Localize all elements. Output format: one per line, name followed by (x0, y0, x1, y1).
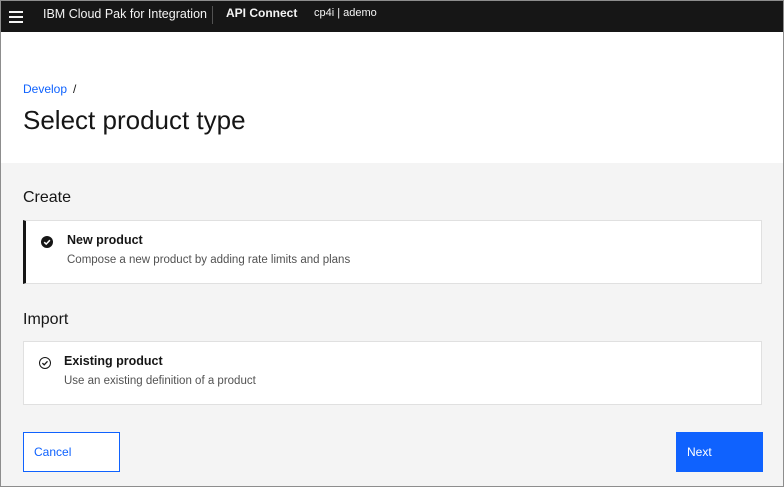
checkmark-filled-icon (41, 236, 53, 248)
new-product-tile[interactable]: New product Compose a new product by add… (23, 220, 762, 284)
header-divider (212, 6, 213, 24)
breadcrumb-develop-link[interactable]: Develop (23, 82, 67, 96)
import-section-title: Import (23, 311, 69, 328)
existing-product-description: Use an existing definition of a product (64, 375, 256, 387)
context-label: cp4i | ademo (314, 7, 377, 19)
page-header: Develop / Select product type (1, 32, 783, 163)
menu-line (9, 21, 23, 23)
platform-name[interactable]: IBM Cloud Pak for Integration (43, 7, 207, 21)
new-product-description: Compose a new product by adding rate lim… (67, 254, 351, 266)
checkmark-outline-icon (39, 357, 51, 369)
hamburger-menu-icon[interactable] (9, 6, 25, 26)
existing-product-title: Existing product (64, 354, 163, 368)
create-section-title: Create (23, 189, 72, 206)
breadcrumb-separator: / (73, 82, 77, 96)
top-header: IBM Cloud Pak for Integration API Connec… (1, 1, 783, 32)
menu-line (9, 11, 23, 13)
cancel-button[interactable]: Cancel (23, 432, 120, 472)
next-button[interactable]: Next (676, 432, 763, 472)
page-title: Select product type (23, 105, 246, 135)
product-name: API Connect (226, 6, 298, 20)
existing-product-tile[interactable]: Existing product Use an existing definit… (23, 341, 762, 405)
menu-line (9, 16, 23, 18)
new-product-title: New product (67, 233, 143, 247)
breadcrumb: Develop / (23, 82, 76, 96)
app-window: IBM Cloud Pak for Integration API Connec… (0, 0, 784, 487)
